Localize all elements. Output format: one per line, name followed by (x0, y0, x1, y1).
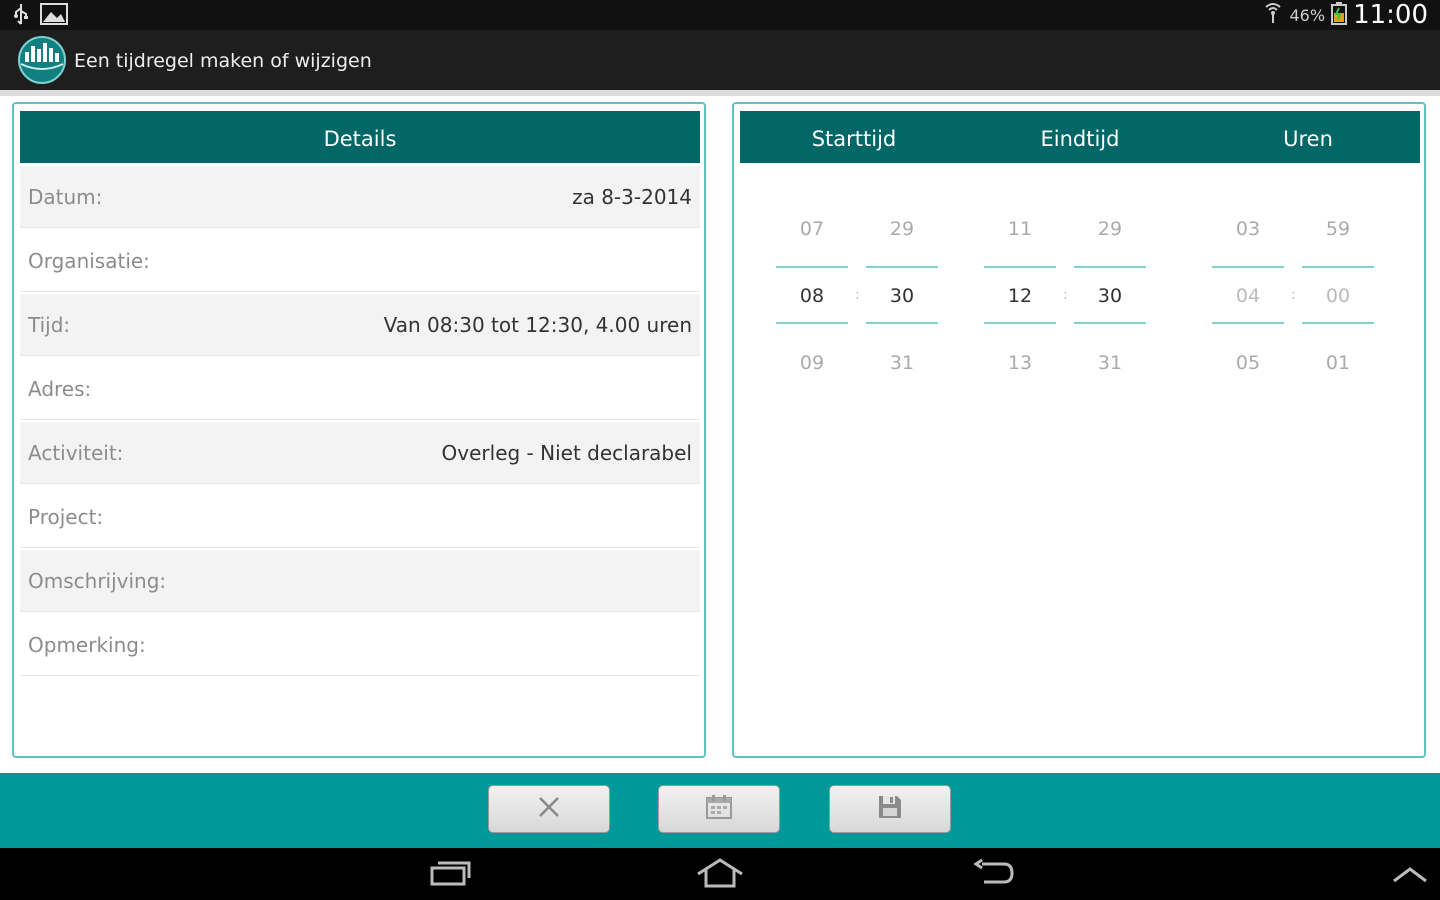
picker-next-value[interactable]: 09 (776, 352, 848, 374)
picker-current-value[interactable]: 04 (1212, 285, 1284, 307)
time-header: Starttijd Eindtijd Uren (740, 111, 1420, 163)
hours-minute-picker[interactable]: 59 00 01 (1302, 214, 1374, 414)
back-icon (970, 858, 1014, 892)
detail-value: Van 08:30 tot 12:30, 4.00 uren (383, 313, 692, 337)
start-hour-picker[interactable]: 07 08 09 (776, 214, 848, 414)
menu-up-button[interactable] (1380, 856, 1440, 894)
picker-divider (1074, 322, 1146, 324)
end-minute-picker[interactable]: 29 30 31 (1074, 214, 1146, 414)
action-bar: Een tijdregel maken of wijzigen (0, 30, 1440, 90)
calendar-icon (705, 794, 733, 824)
start-minute-picker[interactable]: 29 30 31 (866, 214, 938, 414)
picker-divider (776, 322, 848, 324)
picker-current-value[interactable]: 08 (776, 285, 848, 307)
action-toolbar (0, 773, 1440, 848)
time-separator: : (855, 287, 860, 303)
picker-prev-value[interactable]: 29 (866, 218, 938, 240)
picker-current-value[interactable]: 30 (1074, 285, 1146, 307)
picker-prev-value[interactable]: 29 (1074, 218, 1146, 240)
close-icon (537, 795, 561, 823)
time-panel: Starttijd Eindtijd Uren 07 08 09 : 29 30… (732, 102, 1426, 758)
detail-row-tijd[interactable]: Tijd: Van 08:30 tot 12:30, 4.00 uren (20, 294, 700, 356)
wifi-icon (1262, 1, 1284, 29)
usb-icon (12, 3, 30, 29)
picker-current-value[interactable]: 00 (1302, 285, 1374, 307)
picker-current-value[interactable]: 12 (984, 285, 1056, 307)
recent-apps-icon (428, 858, 472, 892)
detail-label: Organisatie: (28, 249, 150, 273)
details-title: Details (323, 127, 397, 151)
image-icon (40, 3, 68, 29)
end-hour-picker[interactable]: 11 12 13 (984, 214, 1056, 414)
picker-next-value[interactable]: 13 (984, 352, 1056, 374)
picker-prev-value[interactable]: 59 (1302, 218, 1374, 240)
divider (0, 90, 1440, 96)
detail-row-datum[interactable]: Datum: za 8-3-2014 (20, 166, 700, 228)
battery-icon (1331, 1, 1348, 29)
battery-percent: 46% (1289, 5, 1326, 25)
detail-label: Activiteit: (28, 441, 124, 465)
time-separator: : (1291, 287, 1296, 303)
calendar-button[interactable] (658, 785, 780, 833)
header-eindtijd: Eindtijd (1040, 127, 1120, 151)
chevron-up-icon (1390, 861, 1430, 889)
detail-row-omschrijving[interactable]: Omschrijving: (20, 550, 700, 612)
picker-divider (866, 266, 938, 268)
picker-divider (984, 266, 1056, 268)
picker-divider (1302, 322, 1374, 324)
detail-label: Omschrijving: (28, 569, 167, 593)
picker-prev-value[interactable]: 03 (1212, 218, 1284, 240)
recent-apps-button[interactable] (420, 856, 480, 894)
picker-next-value[interactable]: 01 (1302, 352, 1374, 374)
app-logo-icon[interactable] (16, 34, 68, 86)
picker-next-value[interactable]: 05 (1212, 352, 1284, 374)
status-bar: 46% 11:00 (0, 0, 1440, 30)
back-button[interactable] (962, 856, 1022, 894)
time-separator: : (1063, 287, 1068, 303)
picker-divider (776, 266, 848, 268)
picker-divider (984, 322, 1056, 324)
detail-value: Overleg - Niet declarabel (441, 441, 692, 465)
details-header: Details (20, 111, 700, 163)
picker-divider (866, 322, 938, 324)
detail-label: Tijd: (28, 313, 71, 337)
picker-next-value[interactable]: 31 (866, 352, 938, 374)
picker-current-value[interactable]: 30 (866, 285, 938, 307)
save-icon (877, 794, 903, 824)
picker-prev-value[interactable]: 11 (984, 218, 1056, 240)
save-button[interactable] (829, 785, 951, 833)
home-button[interactable] (690, 856, 750, 894)
detail-value: za 8-3-2014 (572, 185, 692, 209)
detail-row-activiteit[interactable]: Activiteit: Overleg - Niet declarabel (20, 422, 700, 484)
picker-divider (1302, 266, 1374, 268)
detail-label: Opmerking: (28, 633, 146, 657)
system-nav-bar (0, 848, 1440, 900)
page-title: Een tijdregel maken of wijzigen (74, 50, 372, 72)
detail-label: Datum: (28, 185, 103, 209)
detail-label: Adres: (28, 377, 92, 401)
header-uren: Uren (1283, 127, 1333, 151)
clock: 11:00 (1353, 0, 1428, 30)
home-icon (695, 858, 745, 892)
picker-divider (1212, 322, 1284, 324)
detail-row-organisatie[interactable]: Organisatie: (20, 230, 700, 292)
cancel-button[interactable] (488, 785, 610, 833)
detail-label: Project: (28, 505, 104, 529)
hours-hour-picker[interactable]: 03 04 05 (1212, 214, 1284, 414)
header-starttijd: Starttijd (811, 127, 897, 151)
picker-next-value[interactable]: 31 (1074, 352, 1146, 374)
detail-row-adres[interactable]: Adres: (20, 358, 700, 420)
detail-row-opmerking[interactable]: Opmerking: (20, 614, 700, 676)
picker-prev-value[interactable]: 07 (776, 218, 848, 240)
picker-divider (1212, 266, 1284, 268)
picker-divider (1074, 266, 1146, 268)
details-panel: Details Datum: za 8-3-2014 Organisatie: … (12, 102, 706, 758)
detail-row-project[interactable]: Project: (20, 486, 700, 548)
